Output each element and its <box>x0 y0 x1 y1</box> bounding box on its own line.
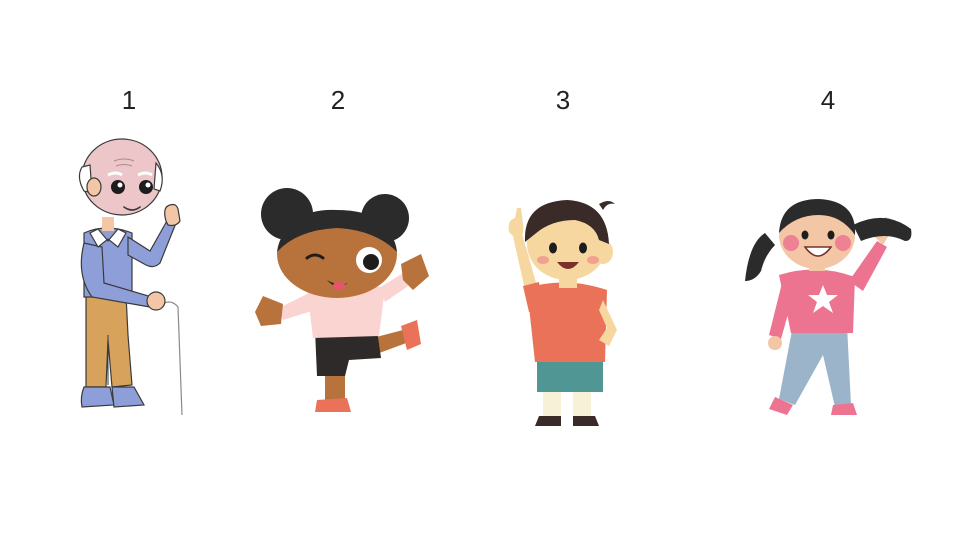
girl-with-pigtails-waving-icon <box>745 199 912 415</box>
girl-with-buns-dancing-icon <box>255 188 429 412</box>
figure-number-2: 2 <box>330 85 346 115</box>
figure-number-3: 3 <box>555 85 571 115</box>
boy-pointing-up-icon <box>508 200 617 426</box>
figure-number-4: 4 <box>820 85 836 115</box>
elderly-man-with-cane-icon <box>78 138 185 416</box>
figure-number-1: 1 <box>121 85 137 115</box>
